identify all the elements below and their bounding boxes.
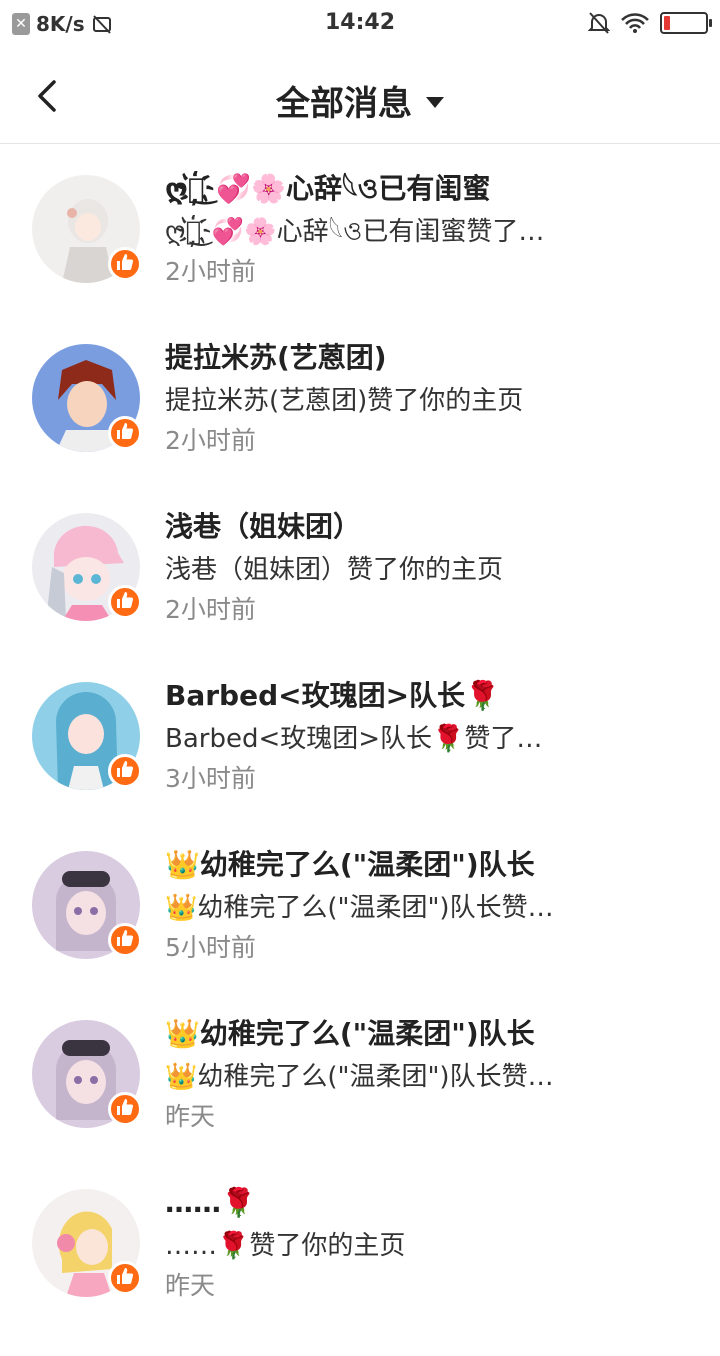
- battery-icon: [660, 12, 712, 34]
- sender-name[interactable]: ღ⃢͜҉💞🌸心辞𓆩ও已有闺蜜: [165, 171, 585, 207]
- avatar-container[interactable]: [32, 513, 142, 621]
- message-list: ღ⃢͜҉💞🌸心辞𓆩ও已有闺蜜ღ⃢͜҉💞🌸心辞𓆩ও已有闺蜜赞了你的主页2小时前提拉…: [0, 145, 720, 1328]
- battery-level: [664, 16, 670, 30]
- caret-down-icon: [426, 97, 444, 108]
- sender-name[interactable]: 👑幼稚完了么("温柔团")队长: [165, 1016, 585, 1052]
- status-right: [588, 11, 712, 35]
- message-text: 👑幼稚完了么("温柔团")队长赞了你的主页: [165, 893, 560, 923]
- sender-name[interactable]: Barbed<玫瑰团>队长🌹: [165, 678, 585, 714]
- avatar-container[interactable]: [32, 682, 142, 790]
- like-badge: [108, 247, 142, 281]
- sender-name[interactable]: 提拉米苏(艺蒽团): [165, 340, 585, 376]
- avatar-container[interactable]: [32, 175, 142, 283]
- message-item[interactable]: ღ⃢͜҉💞🌸心辞𓆩ও已有闺蜜 ღ⃢͜҉💞🌸心辞𓆩ও已有闺蜜赞了你的主页 2小时前: [0, 145, 720, 314]
- message-text: 提拉米苏(艺蒽团)赞了你的主页: [165, 386, 524, 416]
- message-filter-dropdown[interactable]: 全部消息: [0, 76, 720, 125]
- message-time: 2小时前: [165, 595, 256, 624]
- thumbs-up-icon: [115, 590, 135, 614]
- message-time: 2小时前: [165, 426, 256, 455]
- sender-name[interactable]: 👑幼稚完了么("温柔团")队长: [165, 847, 585, 883]
- thumbs-up-icon: [115, 928, 135, 952]
- avatar-container[interactable]: [32, 851, 142, 959]
- message-item[interactable]: 👑幼稚完了么("温柔团")队长 👑幼稚完了么("温柔团")队长赞了你的主页昨天: [0, 990, 720, 1159]
- sender-name[interactable]: 浅巷（姐妹团）: [165, 509, 585, 545]
- message-item[interactable]: 浅巷（姐妹团） 浅巷（姐妹团）赞了你的主页 2小时前: [0, 483, 720, 652]
- message-time: 3小时前: [165, 764, 256, 793]
- thumbs-up-icon: [115, 252, 135, 276]
- like-badge: [108, 754, 142, 788]
- page-title: 全部消息: [276, 84, 412, 124]
- avatar-container[interactable]: [32, 1020, 142, 1128]
- wifi-icon: [621, 13, 649, 33]
- message-time: 昨天: [165, 1102, 216, 1131]
- message-item[interactable]: 👑幼稚完了么("温柔团")队长 👑幼稚完了么("温柔团")队长赞了你的主页 5小时前: [0, 821, 720, 990]
- nav-bar: 全部消息: [0, 50, 720, 144]
- message-text: 👑幼稚完了么("温柔团")队长赞了你的主页: [165, 1062, 560, 1092]
- message-time: 5小时前: [165, 933, 256, 962]
- message-text: ღ⃢͜҉💞🌸心辞𓆩ও已有闺蜜赞了你的主页: [165, 217, 560, 247]
- like-badge: [108, 585, 142, 619]
- like-badge: [108, 923, 142, 957]
- message-time: 2小时前: [165, 257, 256, 286]
- message-text: Barbed<玫瑰团>队长🌹赞了你的主页: [165, 724, 560, 754]
- avatar-container[interactable]: [32, 344, 142, 452]
- thumbs-up-icon: [115, 1097, 135, 1121]
- thumbs-up-icon: [115, 1266, 135, 1290]
- like-badge: [108, 416, 142, 450]
- message-item[interactable]: ……🌹 ……🌹赞了你的主页 昨天: [0, 1159, 720, 1328]
- message-text: ……🌹赞了你的主页: [165, 1231, 406, 1261]
- bell-off-icon: [588, 12, 610, 34]
- like-badge: [108, 1261, 142, 1295]
- message-item[interactable]: 提拉米苏(艺蒽团) 提拉米苏(艺蒽团)赞了你的主页 2小时前: [0, 314, 720, 483]
- like-badge: [108, 1092, 142, 1126]
- avatar-container[interactable]: [32, 1189, 142, 1297]
- thumbs-up-icon: [115, 421, 135, 445]
- status-bar: ✕ 8K/s 14:42: [0, 0, 720, 50]
- thumbs-up-icon: [115, 759, 135, 783]
- message-time: 昨天: [165, 1271, 216, 1300]
- message-item[interactable]: Barbed<玫瑰团>队长🌹 Barbed<玫瑰团>队长🌹赞了你的主页 3小时前: [0, 652, 720, 821]
- message-text: 浅巷（姐妹团）赞了你的主页: [165, 555, 504, 585]
- sender-name[interactable]: ……🌹: [165, 1185, 585, 1221]
